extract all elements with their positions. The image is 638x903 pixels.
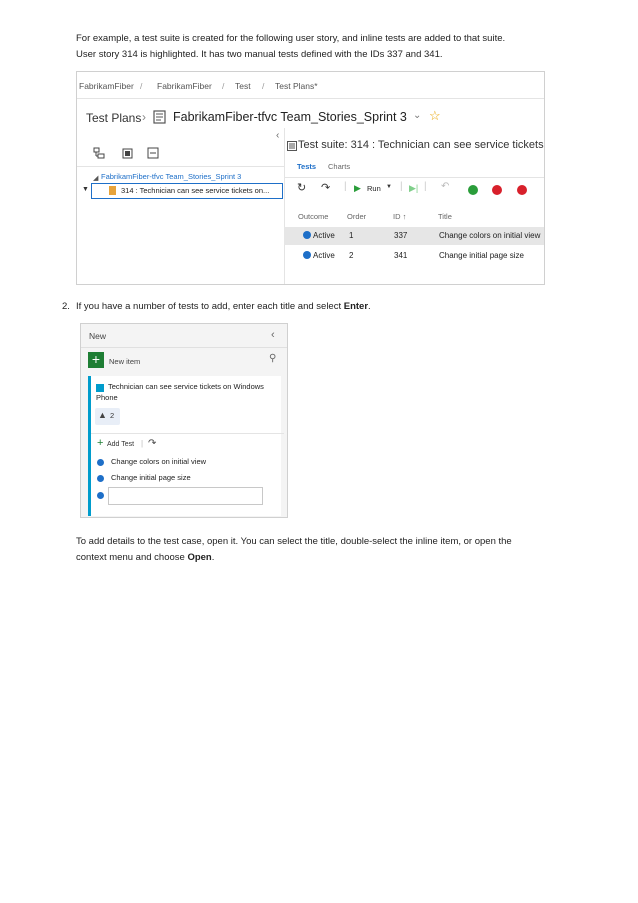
tree-item-suite-label: 314 : Technician can see service tickets… bbox=[121, 186, 270, 195]
chevron-down-icon[interactable]: ⌄ bbox=[413, 110, 421, 121]
column-title: New bbox=[89, 331, 107, 341]
row-outcome: Active bbox=[313, 251, 335, 260]
card-divider bbox=[91, 433, 284, 434]
chevron-left-icon[interactable]: ‹ bbox=[276, 130, 279, 141]
add-test-button[interactable]: Add Test bbox=[107, 441, 134, 448]
new-item-button[interactable]: New item bbox=[109, 357, 140, 366]
toolbar-separator: | bbox=[400, 181, 403, 192]
column-header: New ‹ bbox=[81, 324, 287, 348]
outro-line-2: context menu and choose Open. bbox=[76, 550, 546, 566]
add-test-plus-icon[interactable]: + bbox=[97, 437, 103, 449]
breadcrumb-separator: / bbox=[222, 81, 225, 91]
intro-paragraph: For example, a test suite is created for… bbox=[76, 31, 546, 63]
column-header-id[interactable]: ID ↑ bbox=[393, 212, 406, 221]
test-plan-icon bbox=[153, 110, 166, 124]
column-header-order[interactable]: Order bbox=[347, 212, 366, 221]
kanban-screenshot: New ‹ + New item ⚲ Technician can see se… bbox=[80, 323, 288, 518]
row-order: 1 bbox=[349, 231, 354, 240]
tree-divider bbox=[77, 166, 284, 167]
pass-icon[interactable] bbox=[468, 185, 478, 195]
breadcrumb-item-org[interactable]: FabrikamFiber bbox=[79, 81, 134, 91]
card-title-line-1[interactable]: Technician can see service tickets on Wi… bbox=[108, 382, 264, 391]
step-2-text: If you have a number of tests to add, en… bbox=[76, 301, 344, 312]
tree-item-suite-selected[interactable]: 314 : Technician can see service tickets… bbox=[91, 183, 283, 199]
row-id: 341 bbox=[394, 251, 408, 260]
test-item-2[interactable]: Change initial page size bbox=[111, 473, 191, 482]
active-dot-icon bbox=[303, 231, 311, 239]
step-2-text-after: . bbox=[368, 301, 371, 312]
outro-bold-open: Open bbox=[187, 552, 212, 563]
search-icon[interactable]: ⚲ bbox=[269, 353, 276, 364]
undo-icon[interactable]: ↶ bbox=[441, 181, 449, 192]
expand-all-icon[interactable] bbox=[93, 147, 105, 159]
toolbar-separator: | bbox=[424, 181, 427, 192]
run-button[interactable]: Run bbox=[367, 184, 381, 193]
breadcrumb-item-project[interactable]: FabrikamFiber bbox=[157, 81, 212, 91]
plan-name[interactable]: FabrikamFiber-tfvc Team_Stories_Sprint 3 bbox=[173, 110, 407, 124]
step-2: 2. If you have a number of tests to add,… bbox=[62, 299, 562, 315]
collapse-icon[interactable] bbox=[121, 147, 133, 159]
user-story-icon bbox=[96, 384, 104, 392]
outro-paragraph: To add details to the test case, open it… bbox=[76, 534, 546, 566]
test-status-dot-icon bbox=[97, 492, 104, 499]
outro-line-2-text: context menu and choose bbox=[76, 552, 188, 563]
collapse-column-icon[interactable]: ‹ bbox=[271, 329, 275, 341]
toggle-pane-icon[interactable] bbox=[147, 147, 159, 159]
test-count: 2 bbox=[110, 411, 115, 420]
requirement-suite-icon bbox=[109, 186, 116, 195]
run-from-icon[interactable]: ▶| bbox=[409, 183, 418, 194]
test-suite-icon bbox=[287, 141, 297, 151]
test-status-dot-icon bbox=[97, 475, 104, 482]
flask-icon: ▲ bbox=[98, 410, 107, 420]
star-icon[interactable]: ☆ bbox=[429, 108, 441, 124]
separator: | bbox=[141, 439, 144, 448]
suite-title: Test suite: 314 : Technician can see ser… bbox=[298, 139, 545, 151]
test-plans-link[interactable]: Test Plans bbox=[86, 111, 141, 125]
tree-item-plan[interactable]: FabrikamFiber-tfvc Team_Stories_Sprint 3 bbox=[101, 172, 241, 181]
test-count-badge[interactable]: ▲ 2 bbox=[95, 408, 120, 425]
step-number: 2. bbox=[62, 301, 70, 312]
breadcrumb: FabrikamFiber / FabrikamFiber / Test / T… bbox=[77, 72, 544, 99]
breadcrumb-item-test-plans[interactable]: Test Plans* bbox=[275, 81, 318, 91]
column-header-outcome[interactable]: Outcome bbox=[298, 212, 328, 221]
tab-charts[interactable]: Charts bbox=[328, 162, 350, 171]
breadcrumb-separator: / bbox=[140, 81, 143, 91]
caret-down-icon[interactable]: ▼ bbox=[82, 186, 89, 193]
play-icon[interactable]: ▶ bbox=[354, 183, 361, 194]
tree-expand-icon[interactable]: ◢ bbox=[93, 174, 98, 182]
run-dropdown-icon[interactable]: ▼ bbox=[386, 184, 392, 190]
redo-icon[interactable]: ↷ bbox=[148, 438, 156, 449]
row-title: Change initial page size bbox=[439, 251, 524, 260]
step-2-bold: Enter bbox=[343, 301, 369, 312]
breadcrumb-item-test[interactable]: Test bbox=[235, 81, 251, 91]
redo-icon[interactable]: ↷ bbox=[321, 181, 330, 194]
tab-tests[interactable]: Tests bbox=[297, 162, 316, 171]
fail-icon[interactable] bbox=[492, 185, 502, 195]
row-order: 2 bbox=[349, 251, 354, 260]
table-row[interactable]: Active 2 341 Change initial page size bbox=[284, 247, 544, 265]
active-dot-icon bbox=[303, 251, 311, 259]
test-plans-screenshot: FabrikamFiber / FabrikamFiber / Test / T… bbox=[76, 71, 545, 285]
intro-line-2: User story 314 is highlighted. It has tw… bbox=[76, 49, 443, 60]
row-outcome: Active bbox=[313, 231, 335, 240]
outro-line-2-end: . bbox=[211, 552, 215, 563]
test-item-1[interactable]: Change colors on initial view bbox=[111, 457, 206, 466]
new-item-plus-icon[interactable]: + bbox=[88, 352, 104, 368]
toolbar-separator: | bbox=[344, 181, 347, 192]
row-id: 337 bbox=[394, 231, 408, 240]
chevron-right-icon: › bbox=[142, 110, 146, 124]
test-status-dot-icon bbox=[97, 459, 104, 466]
intro-line-1: For example, a test suite is created for… bbox=[76, 33, 506, 44]
row-title: Change colors on initial view bbox=[439, 231, 541, 240]
new-test-title-input[interactable] bbox=[108, 487, 263, 505]
breadcrumb-separator: / bbox=[262, 81, 265, 91]
column-header-title[interactable]: Title bbox=[438, 212, 452, 221]
outro-line-1: To add details to the test case, open it… bbox=[76, 536, 512, 547]
toolbar-divider bbox=[284, 177, 544, 178]
card-title-line-2[interactable]: Phone bbox=[96, 393, 118, 402]
refresh-icon[interactable]: ↻ bbox=[297, 181, 306, 194]
work-item-card[interactable]: Technician can see service tickets on Wi… bbox=[88, 376, 284, 516]
table-row[interactable]: Active 1 337 Change colors on initial vi… bbox=[284, 227, 544, 245]
block-icon[interactable] bbox=[517, 185, 527, 195]
